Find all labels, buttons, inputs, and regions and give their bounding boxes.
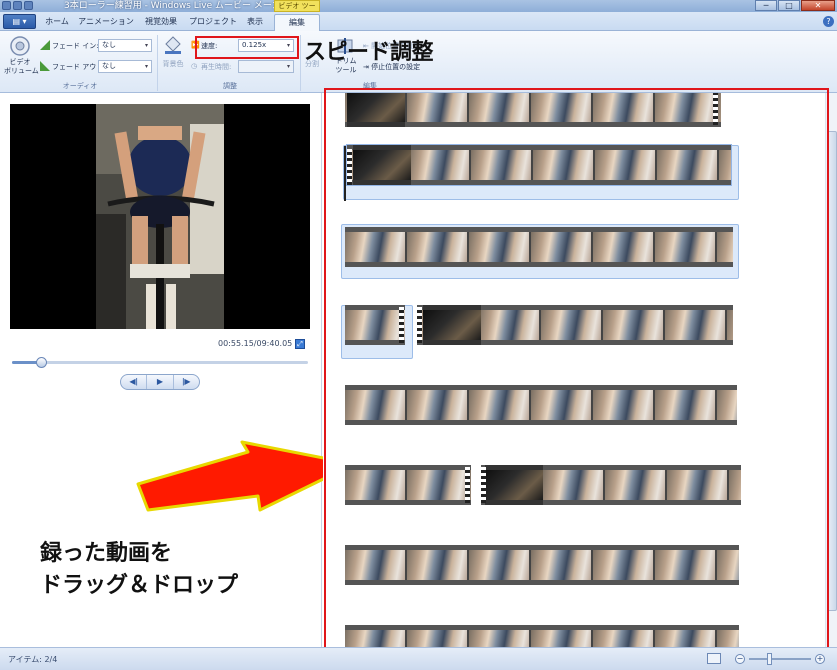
tab-view[interactable]: 表示	[242, 14, 268, 31]
fade-in-value: なし	[102, 41, 116, 49]
duration-dropdown[interactable]: ▾	[238, 60, 294, 73]
filmstrip-perforation	[481, 467, 486, 503]
zoom-control: − +	[707, 653, 827, 665]
fade-out-dropdown[interactable]: なし ▾	[98, 60, 152, 73]
window-controls: ─ □ ✕	[755, 0, 835, 11]
context-tab-video-tools: ビデオ ツール	[274, 0, 320, 20]
clip-filmstrip[interactable]	[345, 385, 737, 425]
thumbnail-view-icon[interactable]	[707, 653, 721, 664]
tab-visual-effects[interactable]: 視覚効果	[138, 14, 184, 31]
clip-filmstrip[interactable]	[345, 227, 733, 267]
window-title: 3本ローラー練習用 - Windows Live ムービー メーカー	[64, 1, 290, 11]
ribbon-tab-row: ▤ ▾ ホーム アニメーション 視覚効果 プロジェクト 表示 編集 ?	[0, 12, 837, 31]
background-color-button[interactable]: 背景色	[158, 59, 188, 69]
chevron-down-icon: ▾	[144, 42, 148, 49]
video-preview	[10, 104, 310, 329]
fade-in-icon	[40, 40, 50, 50]
tab-animations[interactable]: アニメーション	[78, 14, 134, 31]
tab-project[interactable]: プロジェクト	[188, 14, 238, 31]
zoom-out-icon[interactable]: −	[735, 654, 745, 664]
help-icon[interactable]: ?	[823, 16, 834, 27]
vertical-scrollbar[interactable]	[825, 93, 837, 647]
chevron-down-icon: ▾	[144, 63, 148, 70]
drag-drop-callout-line1: 録った動画を	[40, 541, 173, 566]
fade-in-label: フェード イン:	[52, 42, 99, 50]
title-bar: 3本ローラー練習用 - Windows Live ムービー メーカー ビデオ ツ…	[0, 0, 837, 20]
playhead-cursor[interactable]	[344, 146, 346, 201]
paint-bucket-icon	[165, 36, 181, 54]
clip-thumbnail	[485, 465, 543, 505]
duration-label: 再生時間:	[201, 63, 232, 71]
video-frame-image	[96, 104, 224, 329]
previous-frame-button[interactable]: ◀ǀ	[121, 375, 148, 389]
storyboard-area[interactable]	[323, 93, 837, 647]
play-button[interactable]: ▶	[147, 375, 174, 389]
zoom-slider-track[interactable]	[749, 658, 811, 660]
filmstrip-perforation	[347, 149, 352, 185]
fade-out-icon	[40, 61, 50, 71]
next-frame-button[interactable]: ǀ▶	[174, 375, 199, 389]
filmstrip-perforation	[417, 307, 422, 343]
app-menu-button[interactable]: ▤ ▾	[3, 14, 36, 29]
clip-filmstrip[interactable]	[345, 625, 739, 647]
filmstrip-perforation	[713, 93, 718, 125]
zoom-in-icon[interactable]: +	[815, 654, 825, 664]
status-bar: アイテム: 2/4 − +	[0, 647, 837, 670]
chevron-down-icon: ▾	[286, 63, 290, 70]
seek-thumb[interactable]	[36, 357, 47, 368]
undo-icon[interactable]	[13, 1, 22, 10]
seek-bar[interactable]	[12, 357, 308, 368]
drag-drop-callout: 録った動画を ドラッグ＆ドロップ	[40, 538, 238, 602]
close-button[interactable]: ✕	[801, 0, 835, 11]
clock-icon: ◷	[191, 62, 198, 70]
playback-controls: ◀ǀ ▶ ǀ▶	[120, 374, 200, 390]
tab-home[interactable]: ホーム	[40, 14, 74, 31]
fade-out-value: なし	[102, 62, 116, 70]
clip-thumbnail	[353, 145, 411, 185]
fullscreen-icon[interactable]: ⤢	[295, 339, 305, 349]
maximize-button[interactable]: □	[778, 0, 800, 11]
fade-in-dropdown[interactable]: なし ▾	[98, 39, 152, 52]
audio-group-label: オーディオ	[62, 82, 98, 90]
clip-thumbnail	[347, 93, 405, 127]
quick-access-toolbar	[2, 1, 33, 10]
video-volume-icon	[10, 36, 30, 56]
zoom-slider-thumb[interactable]	[767, 653, 772, 665]
clip-filmstrip[interactable]	[345, 465, 471, 505]
clip-thumbnail	[423, 305, 481, 345]
playback-timecode: 00:55.15/09:40.05	[218, 339, 293, 348]
speed-highlight-box	[195, 36, 299, 59]
video-volume-button[interactable]: ビデオ ボリューム	[4, 58, 39, 76]
minimize-button[interactable]: ─	[755, 0, 777, 11]
adjust-group-label: 調整	[223, 82, 237, 90]
save-icon[interactable]	[2, 1, 11, 10]
clip-filmstrip[interactable]	[345, 305, 405, 345]
filmstrip-perforation	[465, 467, 470, 503]
tab-edit[interactable]: 編集	[274, 14, 320, 31]
drag-drop-callout-line2: ドラッグ＆ドロップ	[40, 573, 239, 598]
speed-callout-text: スピード調整	[304, 40, 434, 65]
redo-icon[interactable]	[24, 1, 33, 10]
scrollbar-thumb[interactable]	[827, 131, 837, 611]
clip-filmstrip[interactable]	[345, 545, 739, 585]
edit-group-label: 編集	[363, 82, 377, 90]
filmstrip-perforation	[399, 307, 404, 343]
ribbon-separator	[300, 35, 301, 91]
item-count: アイテム: 2/4	[8, 655, 58, 664]
